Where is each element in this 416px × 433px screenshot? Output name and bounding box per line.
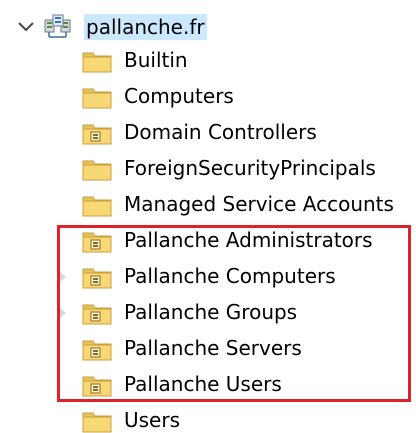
folder-icon [82,160,112,181]
tree-item-label: Computers [124,84,234,108]
domain-icon [44,14,71,38]
ou-folder-icon [82,124,112,145]
tree-item-label: Domain Controllers [124,120,317,144]
tree-item-label: ForeignSecurityPrincipals [124,156,376,180]
tree-item-builtin[interactable]: Builtin [0,44,416,78]
tree-item-managed-service-accounts[interactable]: Managed Service Accounts [0,188,416,222]
tree-root-label[interactable]: pallanche.fr [84,14,207,40]
tree-item-computers[interactable]: Computers [0,80,416,114]
highlight-annotation-box [57,225,411,402]
tree-item-domain-controllers[interactable]: Domain Controllers [0,116,416,150]
tree-item-label: Builtin [124,48,188,72]
ad-tree-view: pallanche.fr Builtin Computers Domain Co… [0,0,416,433]
tree-item-foreign-security-principals[interactable]: ForeignSecurityPrincipals [0,152,416,186]
folder-icon [82,88,112,109]
folder-icon [82,196,112,217]
chevron-down-icon[interactable] [16,20,36,34]
tree-item-users[interactable]: Users [0,404,416,433]
tree-item-label: Users [124,408,181,432]
folder-icon [82,52,112,73]
folder-icon [82,412,112,433]
tree-item-label: Managed Service Accounts [124,192,394,216]
